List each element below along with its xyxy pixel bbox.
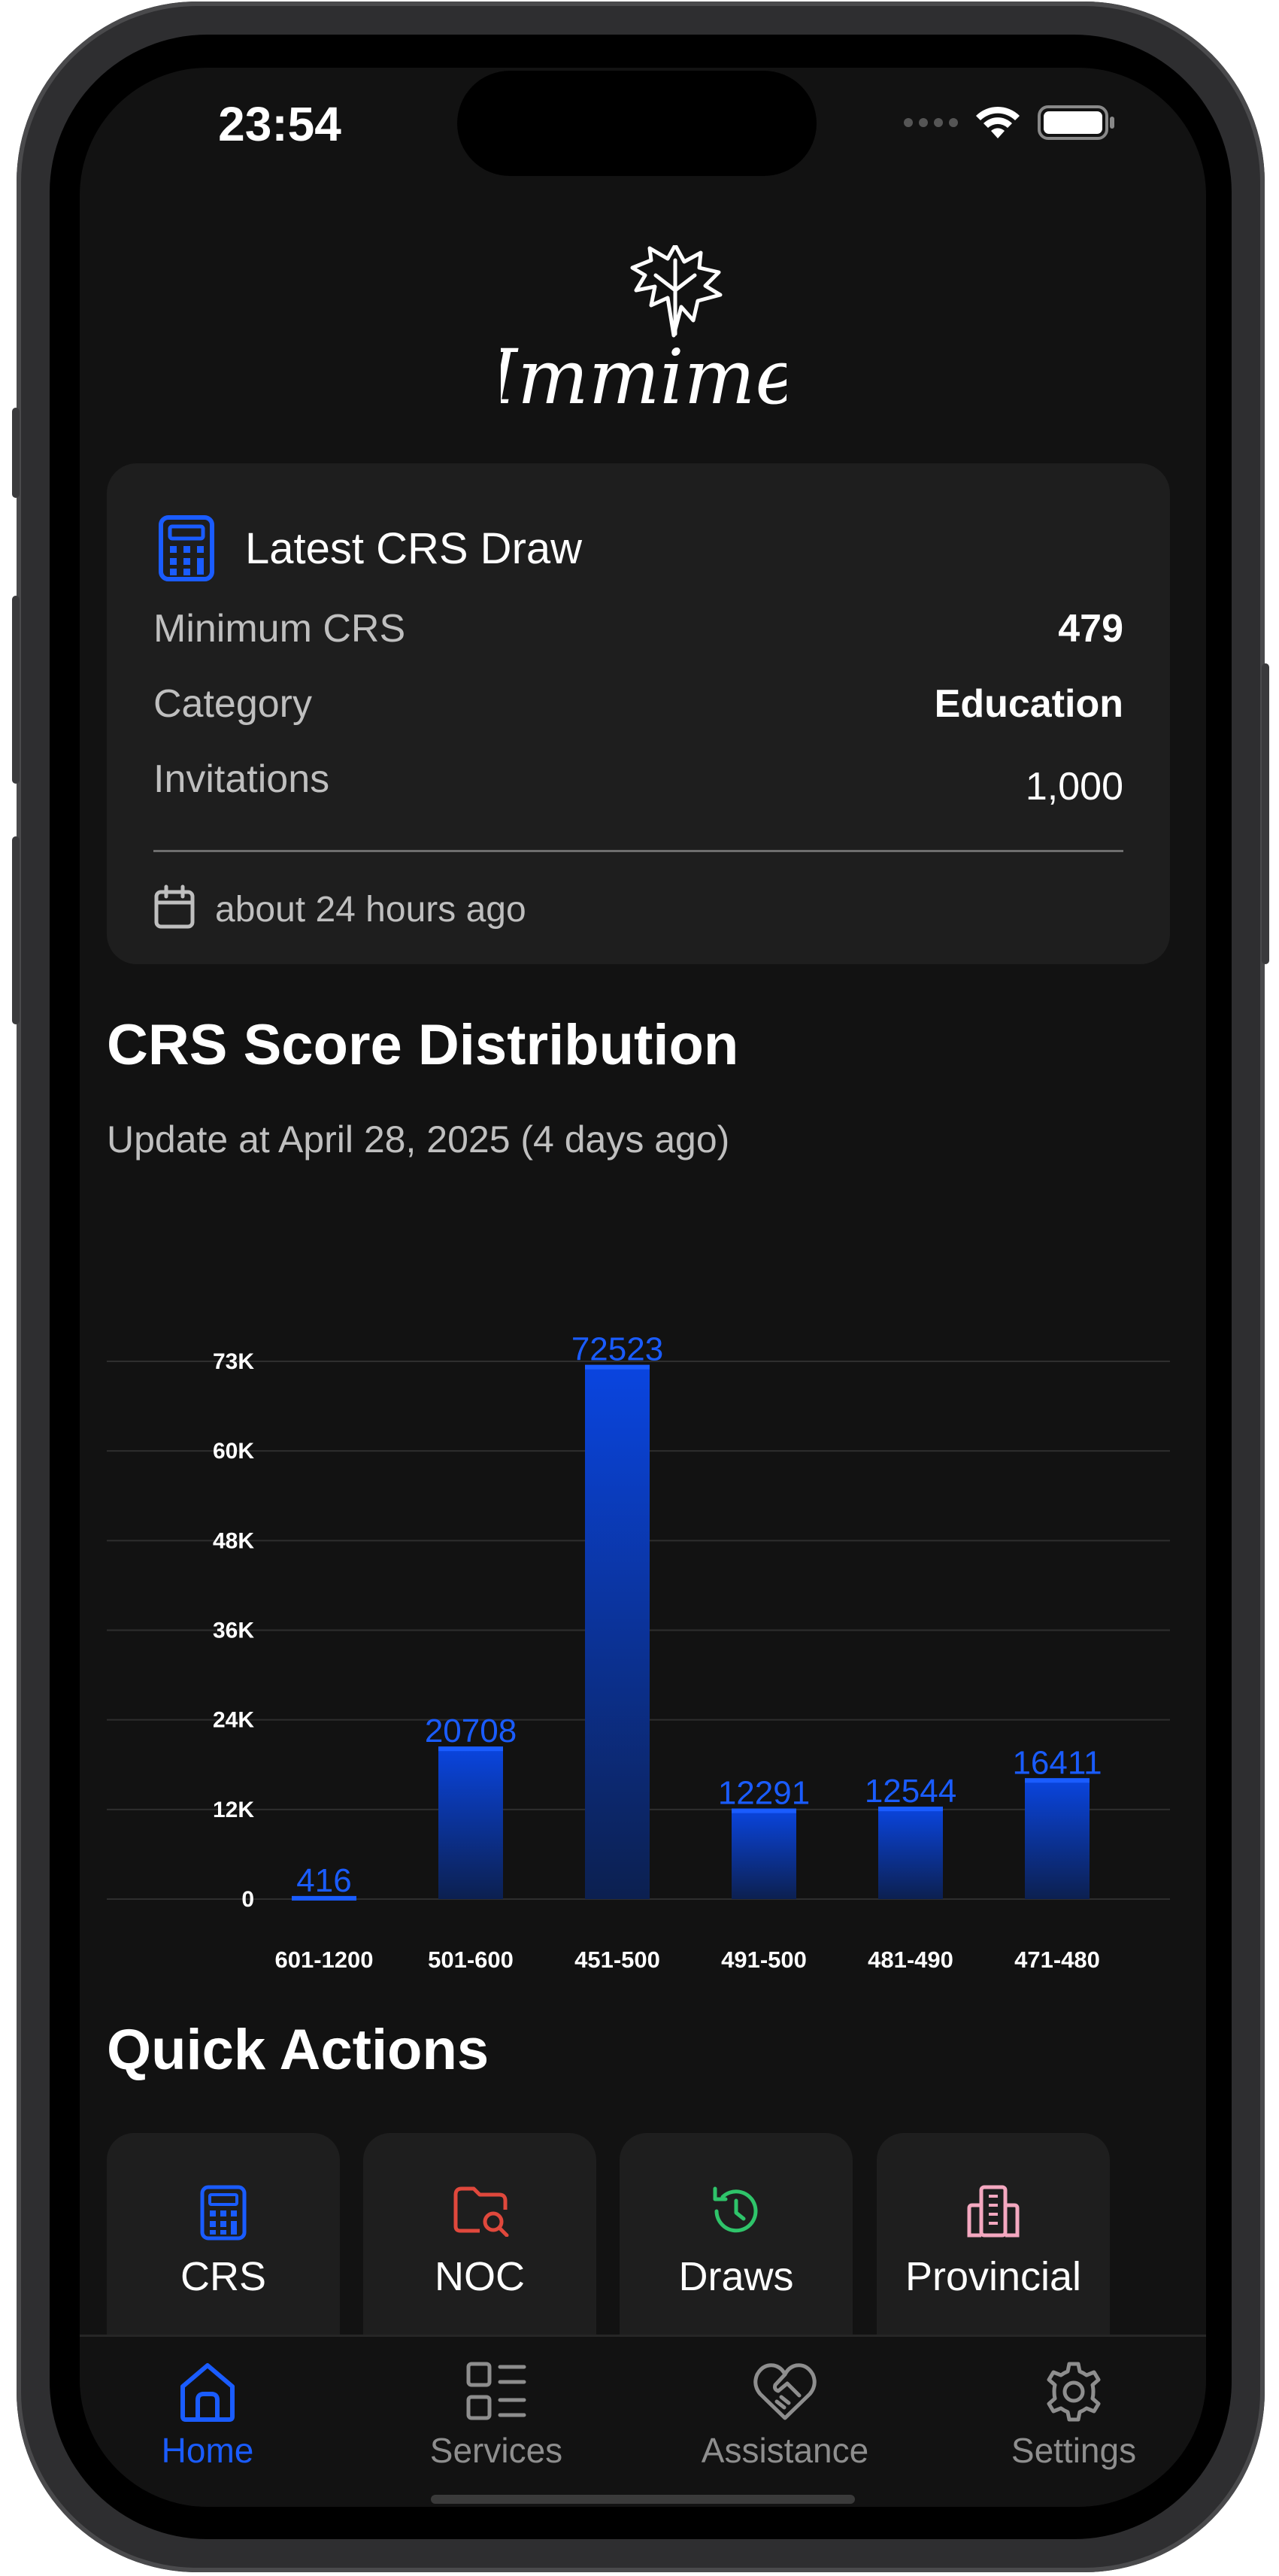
home-indicator bbox=[431, 2495, 855, 2504]
x-tick-label: 471-480 bbox=[1014, 1946, 1100, 1973]
bar-value-label: 16411 bbox=[1012, 1744, 1102, 1781]
cellular-signal-icon bbox=[904, 118, 958, 127]
quick-action-noc[interactable]: NOC bbox=[363, 2133, 596, 2366]
x-tick-label: 451-500 bbox=[574, 1946, 660, 1973]
bar-501-600[interactable] bbox=[438, 1746, 503, 1899]
bar-value-label: 12291 bbox=[718, 1775, 810, 1812]
calculator-icon bbox=[159, 515, 214, 581]
row-value: Education bbox=[934, 682, 1123, 726]
quick-action-provincial[interactable]: Provincial bbox=[877, 2133, 1110, 2366]
x-tick-label: 601-1200 bbox=[274, 1946, 373, 1973]
volume-down-button bbox=[12, 836, 20, 1024]
invitations-row: Invitations 1,000 bbox=[153, 757, 1123, 809]
bar-481-490[interactable] bbox=[878, 1807, 943, 1899]
grid-list-icon bbox=[466, 2362, 526, 2420]
dynamic-island bbox=[457, 71, 817, 176]
row-label: Minimum CRS bbox=[153, 607, 406, 651]
status-icons bbox=[904, 104, 1116, 141]
quick-action-label: Provincial bbox=[905, 2254, 1082, 2299]
tab-label: Settings bbox=[1011, 2431, 1137, 2470]
category-row: Category Education bbox=[153, 681, 1123, 727]
quick-action-label: Draws bbox=[678, 2254, 794, 2299]
latest-crs-draw-card[interactable]: Latest CRS Draw Minimum CRS 479 Category… bbox=[107, 463, 1170, 964]
y-tick-label: 73K bbox=[213, 1349, 254, 1374]
immime-logo: Immime bbox=[501, 245, 786, 421]
tab-label: Services bbox=[429, 2431, 563, 2470]
quick-action-crs[interactable]: CRS bbox=[107, 2133, 340, 2366]
row-label: Category bbox=[153, 682, 312, 726]
quick-action-draws[interactable]: Draws bbox=[620, 2133, 853, 2366]
wifi-icon bbox=[976, 106, 1020, 138]
bar-491-500[interactable] bbox=[732, 1808, 796, 1899]
battery-icon bbox=[1038, 105, 1114, 140]
tab-bar: Home Services Assistance Settings bbox=[80, 2335, 1206, 2507]
calendar-icon bbox=[154, 884, 195, 929]
tab-label: Home bbox=[161, 2431, 254, 2470]
tab-label: Assistance bbox=[701, 2431, 869, 2470]
heart-handshake-icon bbox=[753, 2363, 817, 2420]
y-tick-label: 24K bbox=[213, 1708, 254, 1733]
bar-value-label: 416 bbox=[296, 1862, 351, 1899]
x-tick-label: 491-500 bbox=[721, 1946, 807, 1973]
bar-value-label: 72523 bbox=[571, 1331, 663, 1368]
y-tick-label: 0 bbox=[241, 1887, 254, 1912]
bar-451-500[interactable] bbox=[585, 1364, 650, 1899]
status-time: 23:54 bbox=[218, 97, 341, 151]
bar-value-label: 12544 bbox=[865, 1773, 956, 1810]
building-icon bbox=[967, 2185, 1020, 2238]
folder-search-icon bbox=[453, 2186, 509, 2237]
quick-action-label: NOC bbox=[435, 2254, 525, 2299]
y-tick-label: 12K bbox=[213, 1798, 254, 1822]
x-tick-label: 501-600 bbox=[428, 1946, 514, 1973]
y-tick-label: 48K bbox=[213, 1528, 254, 1553]
last-updated-text: about 24 hours ago bbox=[215, 890, 526, 930]
history-icon bbox=[713, 2186, 758, 2233]
divider bbox=[153, 850, 1123, 852]
screen: 23:54 Immime Latest CRS Draw Minimum CRS… bbox=[80, 68, 1206, 2507]
distribution-subtitle: Update at April 28, 2025 (4 days ago) bbox=[107, 1118, 730, 1161]
power-button bbox=[1262, 663, 1269, 964]
bar-471-480[interactable] bbox=[1025, 1778, 1090, 1899]
y-tick-label: 60K bbox=[213, 1439, 254, 1464]
x-tick-label: 481-490 bbox=[868, 1946, 953, 1973]
crs-distribution-chart: 0 12K 24K 36K 48K 60K 73K 416 601-1200 20708 501-6… bbox=[107, 1331, 1170, 1973]
tab-services[interactable]: Services bbox=[383, 2359, 609, 2471]
card-title: Latest CRS Draw bbox=[245, 524, 583, 573]
brand-name: Immime bbox=[501, 333, 786, 421]
y-tick-label: 36K bbox=[213, 1619, 254, 1643]
row-value: 1,000 bbox=[1025, 765, 1123, 809]
calculator-icon bbox=[200, 2185, 247, 2241]
tab-home[interactable]: Home bbox=[95, 2359, 320, 2471]
action-button bbox=[12, 408, 20, 498]
minimum-crs-row: Minimum CRS 479 bbox=[153, 606, 1123, 651]
quick-actions-title: Quick Actions bbox=[107, 2018, 489, 2082]
bar-value-label: 20708 bbox=[425, 1713, 517, 1749]
row-value: 479 bbox=[1058, 607, 1123, 651]
tab-settings[interactable]: Settings bbox=[961, 2359, 1187, 2471]
row-label: Invitations bbox=[153, 757, 330, 801]
home-icon bbox=[180, 2363, 235, 2422]
tab-assistance[interactable]: Assistance bbox=[672, 2359, 898, 2471]
volume-up-button bbox=[12, 596, 20, 784]
distribution-title: CRS Score Distribution bbox=[107, 1013, 739, 1077]
quick-action-label: CRS bbox=[180, 2254, 266, 2299]
gear-icon bbox=[1047, 2362, 1101, 2422]
